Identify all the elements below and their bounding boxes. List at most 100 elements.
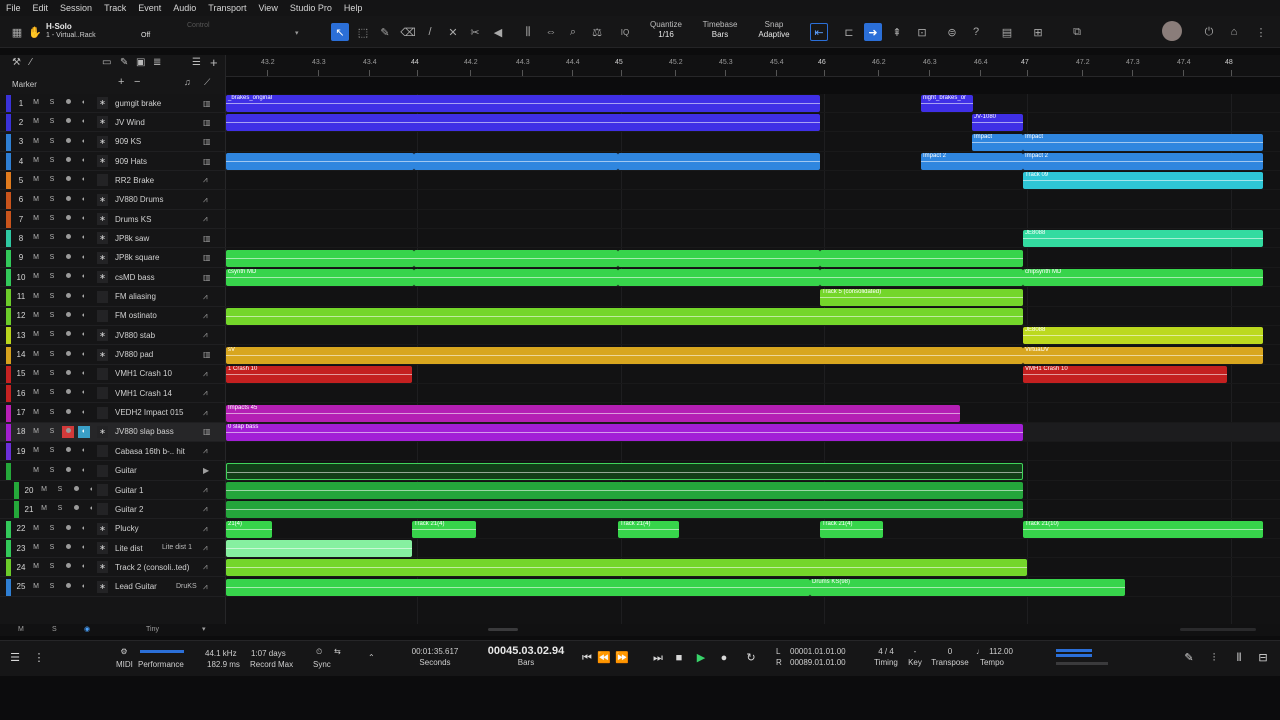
audio-event[interactable] — [820, 249, 1023, 267]
audio-event[interactable]: _brakes_original — [226, 95, 820, 112]
solo-button[interactable]: S — [46, 542, 58, 554]
solo-button[interactable]: S — [46, 407, 58, 419]
mute-button[interactable]: M — [30, 523, 42, 535]
audio-event[interactable]: Track 21(4) — [412, 520, 476, 538]
track-header[interactable]: 2 M S ◐ ∗ JV Wind ▥ — [0, 113, 226, 133]
menu-audio[interactable]: Audio — [167, 3, 202, 13]
solo-button[interactable]: S — [46, 194, 58, 206]
instrument-icon[interactable] — [97, 387, 108, 400]
solo-button[interactable]: S — [46, 445, 58, 457]
record-arm-button[interactable] — [62, 368, 74, 380]
crop-icon[interactable]: ⊡ — [913, 23, 931, 41]
solo-button[interactable]: S — [46, 465, 58, 477]
audio-event[interactable] — [226, 249, 414, 267]
timeline-ruler[interactable]: 43.2 43.3 43.4 44 44.2 44.3 44.4 45 45.2 45.3 45.4… — [226, 55, 1280, 77]
monitor-icon[interactable]: ◐ — [78, 213, 90, 225]
mute-button[interactable]: M — [30, 581, 42, 593]
monitor-icon[interactable]: ◐ — [78, 329, 90, 341]
track-header[interactable]: 22 M S ◐ ∗ Plucky ⩘ — [0, 520, 226, 539]
add-track-icon[interactable]: + — [210, 55, 218, 70]
track-lane[interactable] — [226, 288, 1280, 307]
track-name[interactable]: Track 2 (consoli..ted) — [115, 563, 189, 572]
audio-event[interactable] — [226, 482, 1023, 499]
chevron-down-icon[interactable]: ▾ — [295, 29, 299, 37]
mute-button[interactable]: M — [30, 174, 42, 186]
mute-tool-icon[interactable]: ✕ — [444, 23, 462, 41]
eraser-tool-icon[interactable]: ⌫ — [399, 23, 417, 41]
transpose-value[interactable]: 0 — [930, 647, 970, 657]
monitor-icon[interactable]: ◐ — [78, 368, 90, 380]
help-icon[interactable]: ? — [967, 23, 985, 41]
track-lane[interactable] — [226, 384, 1280, 404]
audio-event[interactable]: Impact 2 — [1023, 153, 1263, 171]
record-arm-button[interactable] — [62, 116, 74, 128]
mute-button[interactable]: M — [30, 97, 42, 109]
track-color[interactable] — [14, 482, 19, 499]
instrument-icon[interactable]: ∗ — [97, 193, 108, 206]
track-color[interactable] — [6, 249, 11, 267]
metronome-icon[interactable]: ⏲ — [316, 647, 322, 657]
track-name[interactable]: Guitar 2 — [115, 505, 143, 514]
instrument-icon[interactable]: ∗ — [97, 232, 108, 245]
audio-event[interactable]: JE8088 — [1023, 327, 1263, 345]
return-to-zero-icon[interactable]: ⏮ — [580, 651, 594, 665]
track-color[interactable] — [6, 462, 11, 480]
horizontal-scrollbar[interactable] — [488, 628, 518, 631]
mute-button[interactable]: M — [30, 271, 42, 283]
audio-event[interactable] — [226, 540, 412, 558]
audio-event[interactable] — [226, 501, 1023, 519]
more-icon[interactable]: ⋮ — [32, 651, 46, 665]
track-lane[interactable] — [226, 191, 1280, 210]
arrange-icon[interactable]: ▣ — [136, 57, 145, 68]
audio-event[interactable] — [226, 578, 810, 596]
solo-button[interactable]: S — [46, 561, 58, 573]
tracklist-menu-icon[interactable]: ☰ — [192, 57, 201, 68]
track-color[interactable] — [6, 520, 11, 538]
tempo-icon[interactable]: ⟋ — [204, 77, 210, 88]
track-name[interactable]: Cabasa 16th b-.. hit — [115, 447, 185, 456]
solo-button[interactable]: S — [46, 97, 58, 109]
monitor-icon[interactable]: ◐ — [78, 116, 90, 128]
tempo-value[interactable]: 112.00 — [986, 647, 1016, 657]
mute-button[interactable]: M — [30, 213, 42, 225]
mute-button[interactable]: M — [30, 136, 42, 148]
instrument-icon[interactable] — [97, 445, 108, 458]
menu-file[interactable]: File — [0, 3, 27, 13]
off-toggle[interactable]: Off — [141, 32, 150, 39]
audio-event[interactable]: Track 21(4) — [618, 520, 679, 538]
menu-grid-icon[interactable]: ⋮ — [1252, 23, 1270, 41]
insert-label[interactable]: Lite dist 1 — [162, 544, 192, 551]
grid-icon[interactable]: ▦ — [8, 23, 26, 41]
instrument-icon[interactable] — [97, 406, 108, 419]
track-name[interactable]: VEDH2 Impact 015 — [115, 408, 183, 417]
instrument-icon[interactable]: ∗ — [97, 97, 108, 109]
track-header[interactable]: 7 M S ◐ ∗ Drums KS ⩘ — [0, 210, 226, 230]
cursor-follow-icon[interactable]: ⇞ — [888, 23, 906, 41]
audio-event[interactable]: 0 slap bass — [226, 423, 1023, 441]
scale-tool-icon[interactable]: ⚖ — [588, 23, 606, 41]
track-header[interactable]: 14 M S ◐ ∗ JV880 pad ▥ — [0, 346, 226, 365]
track-header[interactable]: 10 M S ◐ ∗ csMD bass ▥ — [0, 268, 226, 288]
track-color[interactable] — [6, 172, 11, 190]
instrument-icon[interactable]: ∗ — [97, 522, 108, 535]
sync-icon[interactable]: ⇆ — [334, 647, 341, 657]
track-color[interactable] — [6, 307, 11, 325]
track-header[interactable]: 24 M S ◐ ∗ Track 2 (consoli..ted) ⩘ — [0, 558, 226, 578]
inspector-icon[interactable]: ▤ — [998, 23, 1016, 41]
loop-follow-icon[interactable]: ⊏ — [840, 23, 858, 41]
chevron-up-icon[interactable]: ⌃ — [368, 653, 375, 663]
end-icon[interactable]: ⏭ — [651, 651, 665, 665]
menu-icon[interactable]: ☰ — [8, 651, 22, 665]
track-color[interactable] — [6, 288, 11, 306]
solo-button[interactable]: S — [46, 581, 58, 593]
home-icon[interactable]: ⌂ — [1225, 23, 1243, 41]
record-arm-button[interactable] — [62, 425, 74, 438]
mute-button[interactable]: M — [30, 349, 42, 361]
track-name[interactable]: JV Wind — [115, 118, 145, 127]
monitor-icon[interactable]: ◐ — [78, 232, 90, 244]
mute-button[interactable]: M — [30, 542, 42, 554]
solo-button[interactable]: S — [46, 387, 58, 399]
track-name[interactable]: RR2 Brake — [115, 176, 154, 185]
record-arm-button[interactable] — [62, 465, 74, 477]
solo-button[interactable]: S — [46, 523, 58, 535]
